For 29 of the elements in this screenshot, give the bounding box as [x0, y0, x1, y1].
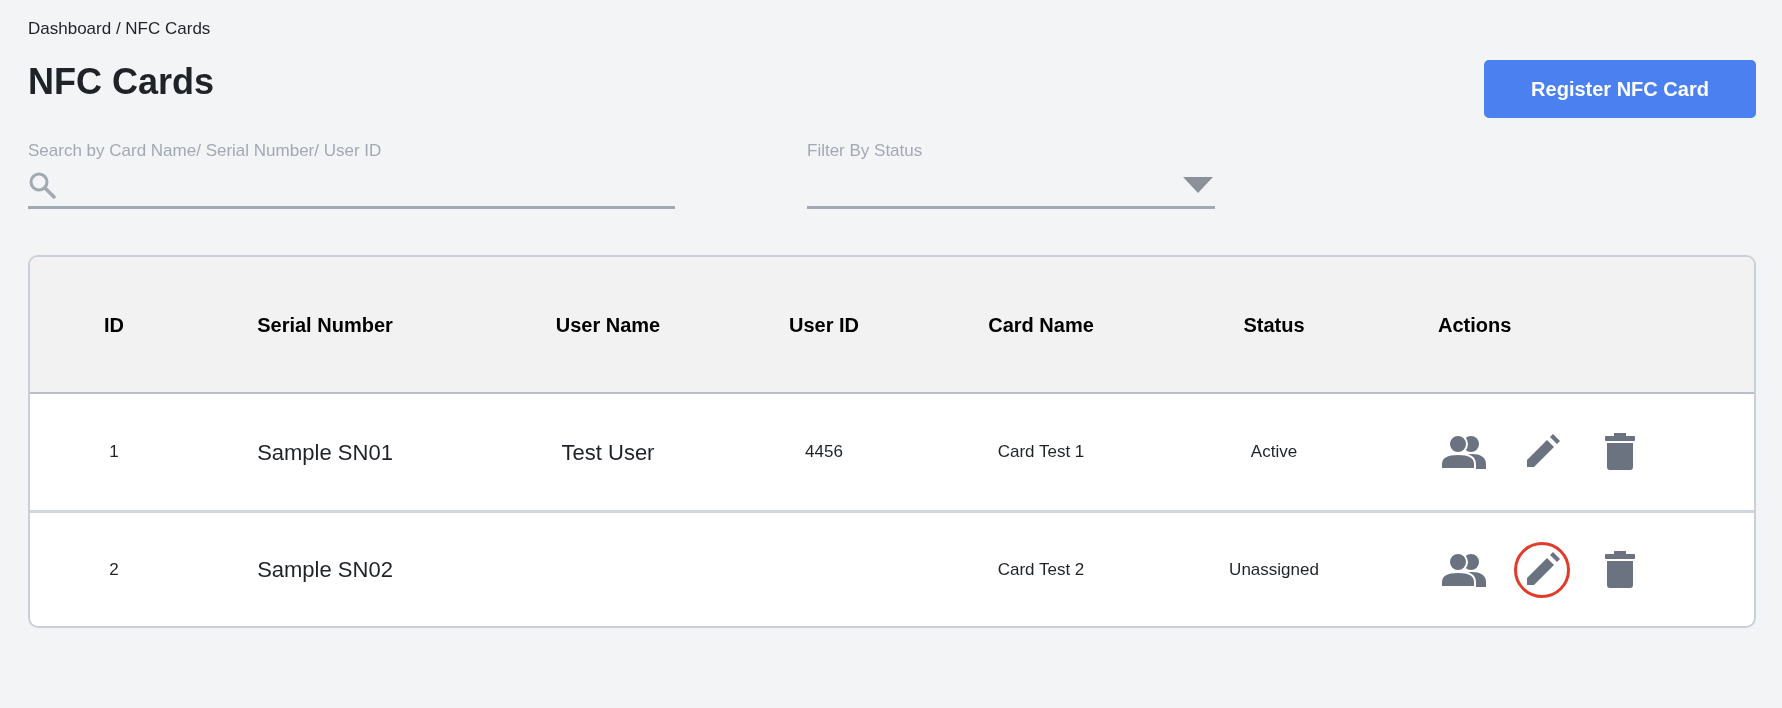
page-title: NFC Cards [28, 59, 215, 103]
column-header: Card Name [987, 312, 1095, 338]
register-button[interactable]: Register NFC Card [1484, 59, 1756, 118]
trash-icon [1605, 550, 1635, 589]
table-cell: 4456 [805, 442, 843, 462]
users-icon [1440, 434, 1488, 470]
edit-button[interactable] [1514, 541, 1570, 598]
table-cell: Test User [561, 439, 655, 465]
table-cell: 2 [109, 559, 119, 579]
search-icon [28, 170, 56, 199]
trash-icon [1605, 433, 1635, 471]
search-label: Search by Card Name/ Serial Number/ User ID [28, 139, 383, 162]
breadcrumb: Dashboard / NFC Cards [28, 18, 212, 40]
table-cell: Unassigned [1229, 559, 1319, 579]
column-header: ID [103, 312, 125, 338]
column-header: User Name [554, 312, 662, 338]
table-cell: Sample SN01 [257, 439, 393, 465]
table-cell: Active [1250, 442, 1298, 462]
column-header: Status [1242, 312, 1306, 338]
dropdown-arrow-icon [1183, 176, 1213, 193]
column-header: User ID [788, 312, 860, 338]
table-cell: Card Test 2 [997, 559, 1085, 579]
table-cell: Card Test 1 [997, 442, 1085, 462]
table-cell: Sample SN02 [257, 557, 393, 582]
filter-label: Filter By Status [807, 139, 924, 162]
users-icon [1440, 551, 1488, 588]
table-cell: 1 [109, 442, 119, 462]
column-header: Actions [1437, 312, 1513, 338]
column-header: Serial Number [256, 312, 394, 338]
